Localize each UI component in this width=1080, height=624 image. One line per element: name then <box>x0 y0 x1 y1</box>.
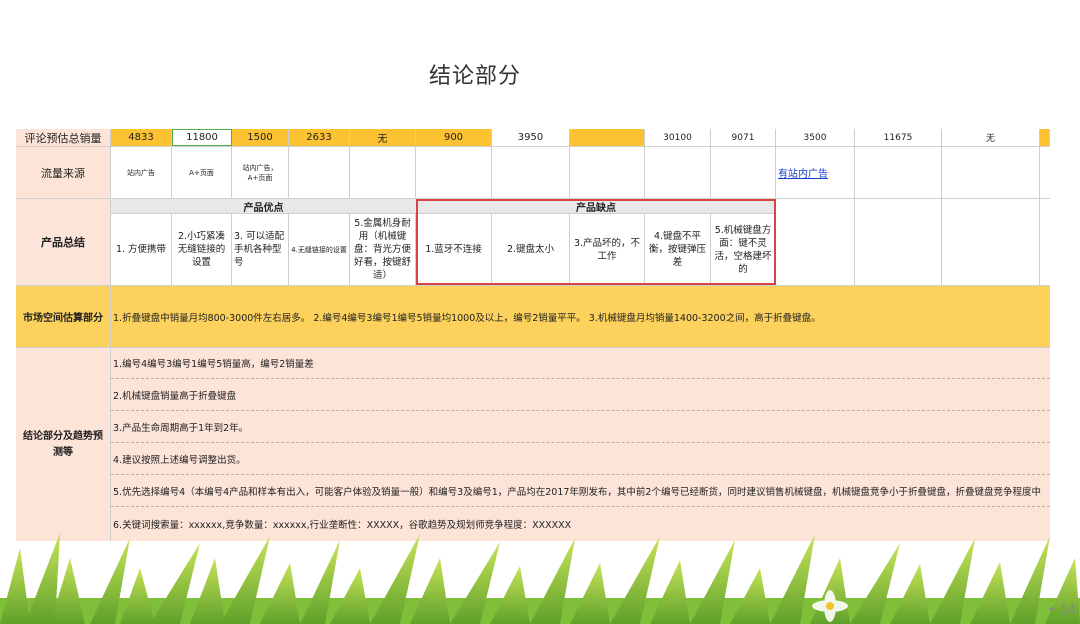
row-label-sales: 评论预估总销量 <box>16 129 111 146</box>
sales-cell[interactable]: 1500 <box>232 129 289 146</box>
traffic-cell[interactable] <box>645 147 711 198</box>
disadvantage-cell[interactable]: 3.产品坏的，不工作 <box>570 214 645 285</box>
traffic-cell[interactable]: 站内广告 <box>111 147 172 198</box>
row-conclusions: 结论部分及趋势预测等 1.编号4编号3编号1编号5销量高，编号2销量差 2.机械… <box>16 348 1050 541</box>
grass-decoration <box>0 533 1080 624</box>
sales-cell[interactable] <box>570 129 645 146</box>
row-sales-estimate: 评论预估总销量 4833 11800 1500 2633 无 900 3950 … <box>16 129 1050 147</box>
market-estimate-text[interactable]: 1.折叠键盘中销量月均800-3000件左右居多。 2.编号4编号3编号1编号5… <box>111 286 821 347</box>
sales-cell-selected[interactable]: 11800 <box>172 129 232 146</box>
sales-cell[interactable]: 30100 <box>645 129 711 146</box>
conclusion-line[interactable]: 5.优先选择编号4（本编号4产品和样本有出入，可能客户体验及销量一般）和编号3及… <box>111 476 1050 507</box>
traffic-cell[interactable] <box>416 147 492 198</box>
summary-cell[interactable] <box>776 199 855 285</box>
sales-cell[interactable]: 11675 <box>855 129 942 146</box>
disadvantage-cell[interactable]: 1.蓝牙不连接 <box>416 214 492 285</box>
sales-cell[interactable]: 无 <box>350 129 416 146</box>
advantage-cell[interactable]: 5.金属机身耐用（机械键盘：背光方便好看，按键舒适） <box>350 214 416 285</box>
ad-link[interactable]: 有站内广告 <box>778 165 828 180</box>
advantage-cell[interactable]: 2.小巧紧凑无缝链接的设置 <box>172 214 232 285</box>
traffic-cell[interactable] <box>570 147 645 198</box>
traffic-cell[interactable]: 站内广告，A+页面 <box>232 147 289 198</box>
traffic-cell-link[interactable]: 有站内广告 <box>776 147 855 198</box>
sales-cell-edge <box>1040 129 1050 146</box>
sales-cell[interactable]: 3950 <box>492 129 570 146</box>
sales-cell[interactable]: 4833 <box>111 129 172 146</box>
traffic-cell[interactable] <box>855 147 942 198</box>
disadvantage-cell[interactable]: 2.键盘太小 <box>492 214 570 285</box>
row-label-market: 市场空间估算部分 <box>16 286 111 347</box>
traffic-cell[interactable] <box>289 147 350 198</box>
row-market-estimate: 市场空间估算部分 1.折叠键盘中销量月均800-3000件左右居多。 2.编号4… <box>16 286 1050 348</box>
advantage-cell[interactable]: 3. 可以适配手机各种型号 <box>232 214 289 285</box>
summary-cell[interactable] <box>942 199 1040 285</box>
advantage-cell[interactable]: 4.无缝链接的设置 <box>289 214 350 285</box>
sales-cell[interactable]: 2633 <box>289 129 350 146</box>
row-label-traffic: 流量来源 <box>16 147 111 198</box>
traffic-cell[interactable]: A+页面 <box>172 147 232 198</box>
row-product-summary: 产品总结 产品优点 产品缺点 1. 方便携带 2.小巧紧凑无缝链接的设置 3. … <box>16 199 1050 286</box>
sales-cell[interactable]: 900 <box>416 129 492 146</box>
advantage-cell[interactable]: 1. 方便携带 <box>111 214 172 285</box>
conclusion-line[interactable]: 2.机械键盘销量高于折叠键盘 <box>111 380 1050 411</box>
traffic-cell[interactable] <box>942 147 1040 198</box>
row-traffic-source: 流量来源 站内广告 A+页面 站内广告，A+页面 有站内广告 <box>16 147 1050 199</box>
traffic-cell[interactable] <box>350 147 416 198</box>
disadvantage-cell[interactable]: 5.机械键盘方面：键不灵活，空格建坏的 <box>711 214 776 285</box>
row-label-summary: 产品总结 <box>16 199 111 285</box>
spreadsheet-table: 评论预估总销量 4833 11800 1500 2633 无 900 3950 … <box>16 129 1050 541</box>
row-label-conclusions: 结论部分及趋势预测等 <box>16 348 111 541</box>
sales-cell[interactable]: 9071 <box>711 129 776 146</box>
disadvantages-header: 产品缺点 <box>416 199 776 214</box>
traffic-cell[interactable] <box>492 147 570 198</box>
slide-title: 结论部分 <box>428 64 521 89</box>
sales-cell[interactable]: 无 <box>942 129 1040 146</box>
conclusion-line[interactable]: 4.建议按照上述编号调整出货。 <box>111 444 1050 475</box>
traffic-cell[interactable] <box>711 147 776 198</box>
conclusion-line[interactable]: 3.产品生命周期高于1年到2年。 <box>111 412 1050 443</box>
disadvantage-cell[interactable]: 4.键盘不平衡，按键弹压差 <box>645 214 711 285</box>
advantages-header: 产品优点 <box>111 199 416 214</box>
conclusion-line[interactable]: 1.编号4编号3编号1编号5销量高，编号2销量差 <box>111 348 1050 379</box>
sales-cell[interactable]: 3500 <box>776 129 855 146</box>
summary-cell[interactable] <box>855 199 942 285</box>
page-number: • 14 <box>1047 603 1076 618</box>
